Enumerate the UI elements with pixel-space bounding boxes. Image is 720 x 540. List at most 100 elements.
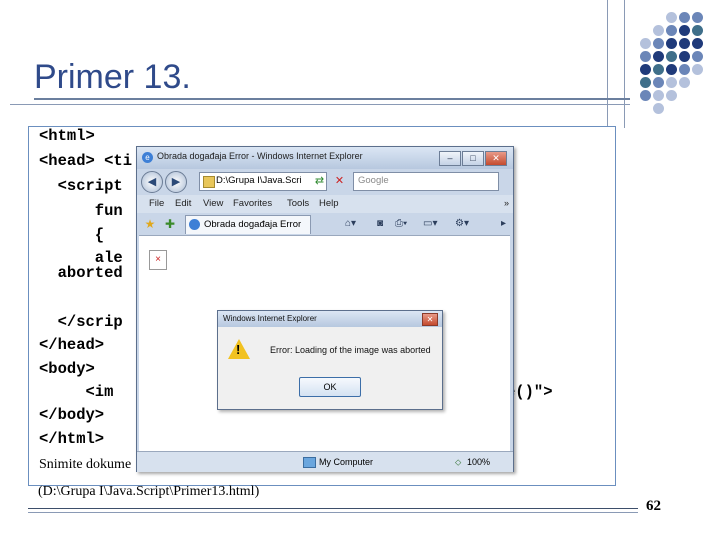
decor-dot (666, 12, 677, 23)
decor-dot (679, 12, 690, 23)
warning-mark-icon: ! (236, 342, 241, 357)
page-icon (189, 219, 200, 230)
menu-tools[interactable]: Tools (287, 198, 309, 209)
maximize-button[interactable]: □ (462, 151, 484, 166)
go-arrows-icon[interactable]: ⇄ (311, 173, 328, 189)
decor-dot (679, 64, 690, 75)
forward-button[interactable]: ▶ (165, 171, 187, 193)
alert-title: Windows Internet Explorer (223, 314, 317, 323)
page-number: 62 (646, 498, 661, 514)
menu-file[interactable]: File (149, 198, 164, 209)
tab-title: Obrada događaja Error (204, 219, 302, 230)
print-icon[interactable]: ⎙▾ (395, 218, 407, 229)
decor-dot (666, 77, 677, 88)
menu-overflow-icon[interactable]: » (504, 198, 509, 208)
code-line: <head> <ti (39, 152, 133, 170)
status-bar: My Computer ⬦ 100% (137, 451, 513, 472)
decor-dot (692, 38, 703, 49)
status-zone: My Computer (319, 457, 374, 467)
title-rule-secondary (10, 104, 630, 105)
search-input[interactable]: Google (353, 172, 499, 191)
zoom-level[interactable]: 100% (467, 457, 490, 467)
footer-rule (28, 508, 638, 509)
decor-dot (640, 51, 651, 62)
menu-help[interactable]: Help (319, 198, 339, 209)
alert-titlebar: Windows Internet Explorer ✕ (218, 311, 442, 327)
decor-dot (653, 90, 664, 101)
protected-mode-icon: ⬦ (455, 457, 462, 467)
decor-dot (640, 38, 651, 49)
code-line: </scrip (39, 313, 123, 331)
decor-dot (666, 38, 677, 49)
alert-close-button[interactable]: ✕ (422, 313, 438, 326)
code-line: <body> (39, 360, 95, 378)
code-line: <script (39, 177, 123, 195)
title-rule (34, 98, 630, 100)
alert-dialog: Windows Internet Explorer ✕ ! Error: Loa… (217, 310, 443, 410)
decor-vline-2 (624, 0, 625, 128)
search-placeholder: Google (358, 175, 389, 186)
decor-dot (666, 90, 677, 101)
decor-dot (679, 38, 690, 49)
decor-dot (653, 38, 664, 49)
decor-vline-1 (607, 0, 608, 128)
code-line: { (39, 226, 105, 244)
code-line: </html> (39, 430, 105, 448)
ie-logo-icon: e (142, 152, 153, 163)
slide-title: Primer 13. (34, 58, 191, 96)
code-line: aborted (39, 264, 123, 282)
tools-menu-icon[interactable]: ⚙▾ (455, 218, 469, 229)
home-icon[interactable]: ⌂▾ (345, 218, 356, 229)
folder-icon (203, 176, 215, 188)
decor-dot (679, 25, 690, 36)
decor-dot (653, 25, 664, 36)
menu-edit[interactable]: Edit (175, 198, 191, 209)
code-line: fun (39, 202, 123, 220)
decor-dot (653, 103, 664, 114)
address-bar[interactable]: D:\Grupa I\Java.Scri (199, 172, 327, 191)
tab-active[interactable]: Obrada događaja Error (185, 215, 311, 234)
code-line: <html> (39, 127, 95, 145)
decor-dot (692, 25, 703, 36)
stop-icon[interactable]: ✕ (331, 173, 348, 189)
menu-bar: File Edit View Favorites Tools Help » (137, 195, 513, 213)
menu-view[interactable]: View (203, 198, 223, 209)
decor-dot (653, 64, 664, 75)
decor-dot (666, 64, 677, 75)
save-path: (D:\Grupa I\Java.Script\Primer13.html) (38, 484, 260, 499)
ie-titlebar: e Obrada događaja Error - Windows Intern… (137, 147, 513, 169)
tab-row: ★ ✚ Obrada događaja Error ⌂▾ ◙ ⎙▾ ▭▾ ⚙▾ … (137, 213, 513, 235)
toolbar-overflow-icon[interactable]: ▸ (501, 218, 506, 229)
address-row: ◀ ▶ D:\Grupa I\Java.Scri ⇄ ✕ Google (137, 169, 513, 195)
decor-dot (640, 90, 651, 101)
feeds-icon[interactable]: ◙ (377, 218, 383, 229)
decor-dot (640, 77, 651, 88)
decor-dot (679, 77, 690, 88)
code-line: </head> (39, 336, 105, 354)
ok-button[interactable]: OK (299, 377, 361, 397)
close-button[interactable]: ✕ (485, 151, 507, 166)
ie-window: e Obrada događaja Error - Windows Intern… (136, 146, 514, 472)
decor-dot (666, 51, 677, 62)
broken-image-icon: × (149, 250, 167, 270)
decor-dot (666, 25, 677, 36)
back-button[interactable]: ◀ (141, 171, 163, 193)
footer-rule-secondary (28, 512, 638, 513)
decor-dot (692, 64, 703, 75)
alert-message: Error: Loading of the image was aborted (270, 345, 431, 355)
address-text: D:\Grupa I\Java.Scri (216, 175, 302, 186)
save-instruction: Snimite dokume (39, 457, 132, 472)
decor-dot (640, 64, 651, 75)
menu-favorites[interactable]: Favorites (233, 198, 272, 209)
decor-dot (692, 12, 703, 23)
code-line: <im (39, 383, 114, 401)
computer-icon (303, 457, 316, 468)
code-line: </body> (39, 406, 105, 424)
page-menu-icon[interactable]: ▭▾ (423, 218, 437, 229)
favorites-star-icon[interactable]: ★ (143, 217, 157, 231)
decor-dot (679, 51, 690, 62)
decor-dot (653, 77, 664, 88)
decor-dot (653, 51, 664, 62)
minimize-button[interactable]: – (439, 151, 461, 166)
add-favorites-icon[interactable]: ✚ (163, 217, 177, 231)
